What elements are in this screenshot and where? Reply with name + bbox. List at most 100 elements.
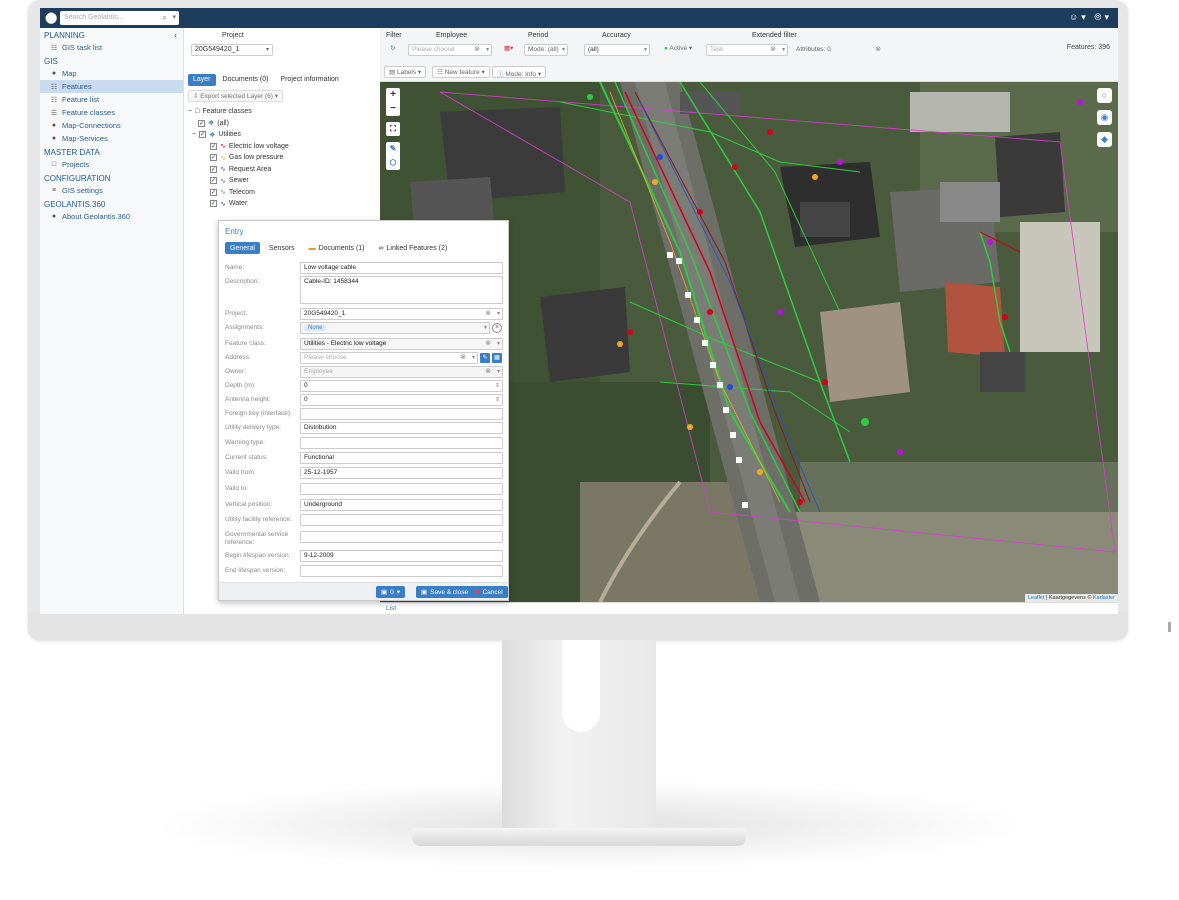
sidebar-item-map[interactable]: ● Map (40, 67, 183, 80)
new-feature-button[interactable]: ☷ New feature ▾ (432, 66, 490, 78)
description-input[interactable]: Cable-ID: 1458344 (300, 276, 503, 304)
draw-polygon-icon[interactable]: ⬡ (386, 156, 400, 170)
checkbox[interactable]: ✓ (210, 177, 217, 185)
clear-icon[interactable]: ⊗ (770, 45, 776, 53)
tab-sensors[interactable]: Sensors (264, 242, 300, 254)
assignment-tag[interactable]: None (304, 325, 327, 331)
task-select[interactable]: Task ⊗ ▾ (706, 44, 788, 56)
fullscreen-icon[interactable]: ⛶ (386, 122, 400, 136)
global-search-input[interactable]: Search Geolantis... ⌕ ▾ (60, 11, 179, 25)
draw-line-icon[interactable]: ✎ (386, 142, 400, 156)
tree-layer-telecom[interactable]: ✓ ∿ Telecom (188, 187, 289, 199)
sidebar-item-feature-list[interactable]: ☷ Feature list (40, 93, 183, 106)
sidebar-item-gis-settings[interactable]: ≡ GIS settings (40, 184, 183, 197)
mode-info-button[interactable]: ⓘ Mode: Info ▾ (492, 66, 547, 78)
utility-facility-input[interactable] (300, 514, 503, 526)
foreign-key-input[interactable] (300, 408, 503, 420)
clear-icon[interactable]: ⊗ (875, 45, 881, 53)
filter-icon[interactable]: ↻ (390, 44, 395, 52)
active-toggle[interactable]: ● Active ▾ (664, 44, 692, 52)
rss-icon[interactable]: ⦾▾ (1094, 12, 1112, 22)
checkbox[interactable]: ✓ (210, 165, 217, 173)
calendar-icon[interactable]: ▦▾ (504, 44, 513, 52)
clear-icon[interactable]: ⊗ (460, 353, 466, 361)
tab-project-information[interactable]: Project information (275, 74, 343, 86)
tab-general[interactable]: General (225, 242, 260, 254)
sidebar-item-gis-task-list[interactable]: ☷ GIS task list (40, 41, 183, 54)
scrollbar-nub[interactable] (1168, 622, 1171, 632)
tree-layer-gas[interactable]: ✓ ∿ Gas low pressure (188, 152, 289, 164)
employee-select[interactable]: Please choose ⊗ ▾ (408, 44, 492, 56)
tab-documents[interactable]: Documents (0) (218, 74, 274, 86)
project-select[interactable]: 20G549420_1 ⊗ ▾ (300, 308, 503, 320)
tree-layer-request-area[interactable]: ✓ ∿ Request Area (188, 164, 289, 176)
user-icon[interactable]: ☺▾ (1069, 12, 1089, 22)
tree-toggle-icon[interactable]: − (188, 108, 192, 115)
sidebar-item-features[interactable]: ☷ Features (40, 80, 183, 93)
current-status-input[interactable]: Functional (300, 452, 503, 464)
collapse-sidebar-icon[interactable]: ‹ (174, 30, 177, 40)
export-layer-button[interactable]: ⇩ Export selected Layer (6) ▾ (188, 90, 283, 102)
checkbox[interactable]: ✓ (210, 142, 217, 150)
sidebar-item-about[interactable]: ● About Geolantis.360 (40, 210, 183, 223)
tab-documents[interactable]: ▬ Documents (1) (304, 242, 370, 254)
end-lifespan-input[interactable] (300, 565, 503, 577)
assignments-select[interactable]: None ▾ × (300, 322, 502, 334)
stepper-icon[interactable]: ⇕ (495, 396, 500, 403)
sidebar-item-projects[interactable]: □ Projects (40, 158, 183, 171)
warning-type-input[interactable] (300, 437, 503, 449)
address-select[interactable]: Please choose ⊗ ▾ ✎ ▦ (300, 352, 502, 364)
circle-tool-icon[interactable]: ○ (1097, 88, 1112, 103)
valid-from-input[interactable]: 25-12-1957 (300, 467, 503, 479)
antenna-input[interactable]: 0 ⇕ (300, 394, 503, 406)
sidebar-item-map-connections[interactable]: ● Map-Connections (40, 119, 183, 132)
chevron-down-icon[interactable]: ▾ (172, 13, 176, 21)
layers-toggle-icon[interactable]: ◆ (1097, 132, 1112, 147)
begin-lifespan-input[interactable]: 9-12-2009 (300, 550, 503, 562)
vertical-position-input[interactable]: Underground (300, 499, 503, 511)
checkbox[interactable]: ✓ (210, 188, 217, 196)
utility-delivery-input[interactable]: Distribution (300, 422, 503, 434)
sidebar-item-map-services[interactable]: ● Map-Services (40, 132, 183, 145)
clear-icon[interactable]: ⊗ (485, 309, 491, 317)
tab-layer[interactable]: Layer (188, 74, 216, 86)
tree-group-utilities[interactable]: − ✓ ❖ Utilities (188, 129, 289, 141)
checkbox[interactable]: ✓ (210, 154, 217, 162)
valid-to-input[interactable] (300, 483, 503, 495)
checkbox[interactable]: ✓ (210, 200, 217, 208)
cancel-button[interactable]: ✖ Cancel (469, 586, 508, 598)
leaflet-link[interactable]: Leaflet (1028, 595, 1045, 601)
tree-root[interactable]: − □ Feature classes (188, 106, 289, 118)
governmental-ref-input[interactable] (300, 531, 503, 543)
project-select[interactable]: 20G549420_1 ▾ (191, 44, 273, 56)
depth-input[interactable]: 0 ⇕ (300, 380, 503, 392)
address-edit-icon[interactable]: ✎ (480, 353, 490, 363)
checkbox[interactable]: ✓ (199, 131, 207, 139)
clear-icon[interactable]: ⊗ (485, 339, 491, 347)
name-input[interactable]: Low voltage cable (300, 262, 503, 274)
tree-layer-water[interactable]: ✓ ∿ Water (188, 198, 289, 210)
tree-all[interactable]: ✓ ❖ (all) (188, 118, 289, 130)
feature-class-select[interactable]: Utilities - Electric low voltage ⊗ ▾ (300, 338, 503, 350)
labels-button[interactable]: ▤ Labels ▾ (384, 66, 427, 78)
accuracy-select[interactable]: (all) ▾ (584, 44, 650, 56)
zoom-out-button[interactable]: − (386, 102, 400, 116)
address-map-icon[interactable]: ▦ (492, 353, 502, 363)
tree-toggle-icon[interactable]: − (192, 131, 196, 138)
stepper-icon[interactable]: ⇕ (495, 382, 500, 389)
sidebar-item-feature-classes[interactable]: ☰ Feature classes (40, 106, 183, 119)
tab-linked-features[interactable]: ∞ Linked Features (2) (374, 242, 453, 254)
owner-select[interactable]: Employee ⊗ ▾ (300, 366, 503, 378)
copy-count-button[interactable]: ▣ 0 ▾ (376, 586, 406, 598)
clear-icon[interactable]: ⊗ (485, 367, 491, 375)
attributes-filter[interactable]: Attributes: 0 ⊗ (792, 44, 884, 56)
tree-layer-electric[interactable]: ✓ ∿ Electric low voltage (188, 141, 289, 153)
list-panel-header[interactable]: List (380, 602, 1118, 614)
locate-icon[interactable]: ◉ (1097, 110, 1112, 125)
clear-icon[interactable]: ⊗ (474, 45, 480, 53)
remove-assignments-icon[interactable]: × (492, 323, 502, 333)
logo-pin-icon[interactable]: ⬤ (45, 11, 57, 25)
save-close-button[interactable]: ▣ Save & close (416, 586, 474, 598)
period-mode-select[interactable]: Mode: (all) ▾ (524, 44, 568, 56)
search-icon[interactable]: ⌕ (162, 12, 167, 23)
